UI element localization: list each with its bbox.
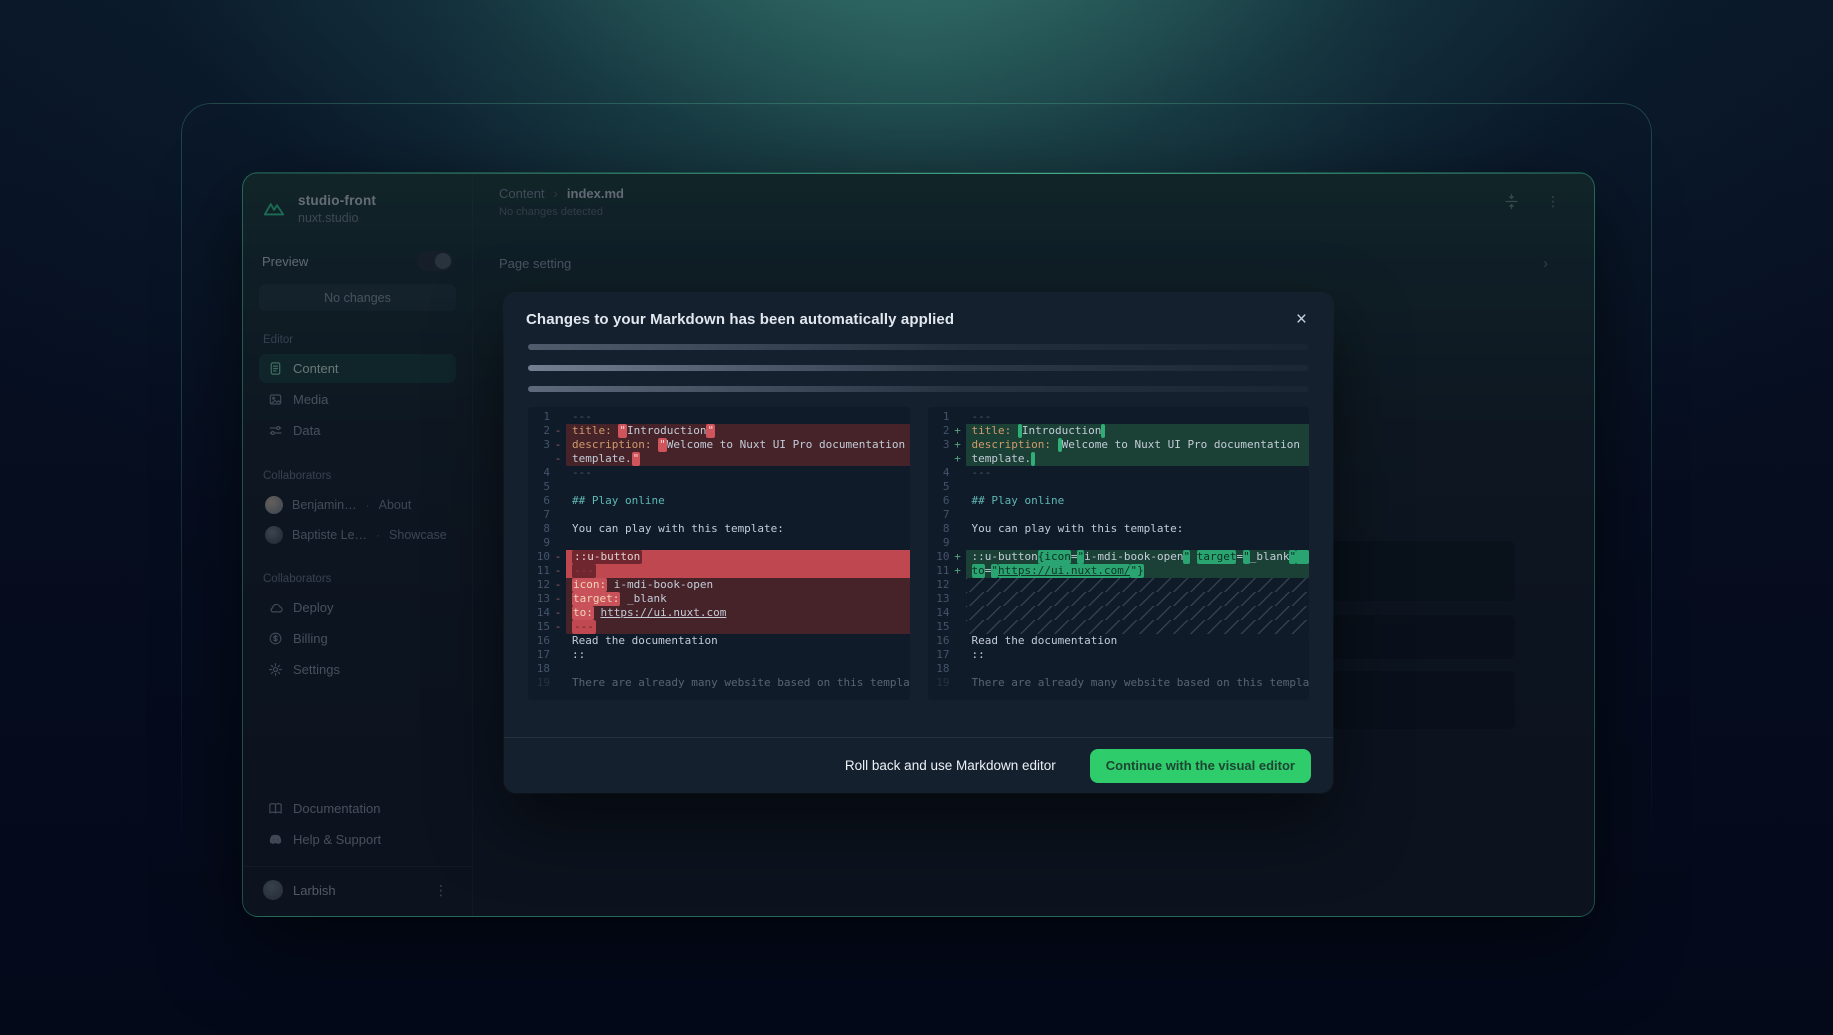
diff-line: 15----: [528, 620, 910, 634]
diff-line: 13: [928, 592, 1310, 606]
diff-line: 2-title: "Introduction": [528, 424, 910, 438]
diff-line: 2+title: Introduction: [928, 424, 1310, 438]
modal-footer: Roll back and use Markdown editor Contin…: [504, 737, 1333, 793]
diff-line: 11----: [528, 564, 910, 578]
diff-line: 3+description: Welcome to Nuxt UI Pro do…: [928, 438, 1310, 452]
diff-line: 18: [928, 662, 1310, 676]
diff-line: 3-description: "Welcome to Nuxt UI Pro d…: [528, 438, 910, 452]
diff-line: 1 ---: [528, 410, 910, 424]
diff-removed-pane: 1 ---2-title: "Introduction"3-descriptio…: [528, 407, 910, 700]
diff-line: 17 ::: [928, 648, 1310, 662]
skeleton-loader: [528, 344, 1309, 392]
rollback-button[interactable]: Roll back and use Markdown editor: [845, 758, 1056, 773]
diff-line: 9: [928, 536, 1310, 550]
diff-line: 8 You can play with this template:: [928, 522, 1310, 536]
diff-line: 9: [528, 536, 910, 550]
diff-line: 12: [928, 578, 1310, 592]
diff-line: 1 ---: [928, 410, 1310, 424]
diff-line: 12-icon: i-mdi-book-open: [528, 578, 910, 592]
app-window: studio-front nuxt.studio Preview No chan…: [242, 172, 1595, 917]
diff-line: 17 ::: [528, 648, 910, 662]
diff-added-pane: 1 ---2+title: Introduction3+description:…: [928, 407, 1310, 700]
diff-line: 5: [528, 480, 910, 494]
markdown-changes-modal: Changes to your Markdown has been automa…: [504, 293, 1333, 793]
diff-line: 7: [928, 508, 1310, 522]
diff-line: 11+to="https://ui.nuxt.com/"}: [928, 564, 1310, 578]
diff-line: 16 Read the documentation: [528, 634, 910, 648]
diff-line: 10+::u-button{icon="i-mdi-book-open" tar…: [928, 550, 1310, 564]
continue-visual-editor-button[interactable]: Continue with the visual editor: [1090, 749, 1311, 783]
diff-line: 10-::u-button: [528, 550, 910, 564]
markdown-diff: 1 ---2-title: "Introduction"3-descriptio…: [528, 407, 1309, 700]
diff-line: 19 There are already many website based …: [928, 676, 1310, 690]
diff-line: 13-target: _blank: [528, 592, 910, 606]
diff-line: 14: [928, 606, 1310, 620]
diff-line: +template.: [928, 452, 1310, 466]
diff-line: 4 ---: [928, 466, 1310, 480]
close-icon[interactable]: ×: [1292, 310, 1311, 330]
diff-line: 16 Read the documentation: [928, 634, 1310, 648]
diff-line: 14-to: https://ui.nuxt.com: [528, 606, 910, 620]
diff-line: 5: [928, 480, 1310, 494]
skeleton-bar: [528, 365, 1309, 371]
diff-line: 4 ---: [528, 466, 910, 480]
modal-title: Changes to your Markdown has been automa…: [526, 311, 954, 328]
diff-line: 7: [528, 508, 910, 522]
diff-line: 18: [528, 662, 910, 676]
diff-line: 19 There are already many website based …: [528, 676, 910, 690]
diff-line: 15: [928, 620, 1310, 634]
diff-line: 6 ## Play online: [928, 494, 1310, 508]
skeleton-bar: [528, 344, 1309, 350]
window-top-glow: [243, 173, 1594, 174]
diff-line: 6 ## Play online: [528, 494, 910, 508]
diff-line: -template.": [528, 452, 910, 466]
skeleton-bar: [528, 386, 1309, 392]
diff-line: 8 You can play with this template:: [528, 522, 910, 536]
